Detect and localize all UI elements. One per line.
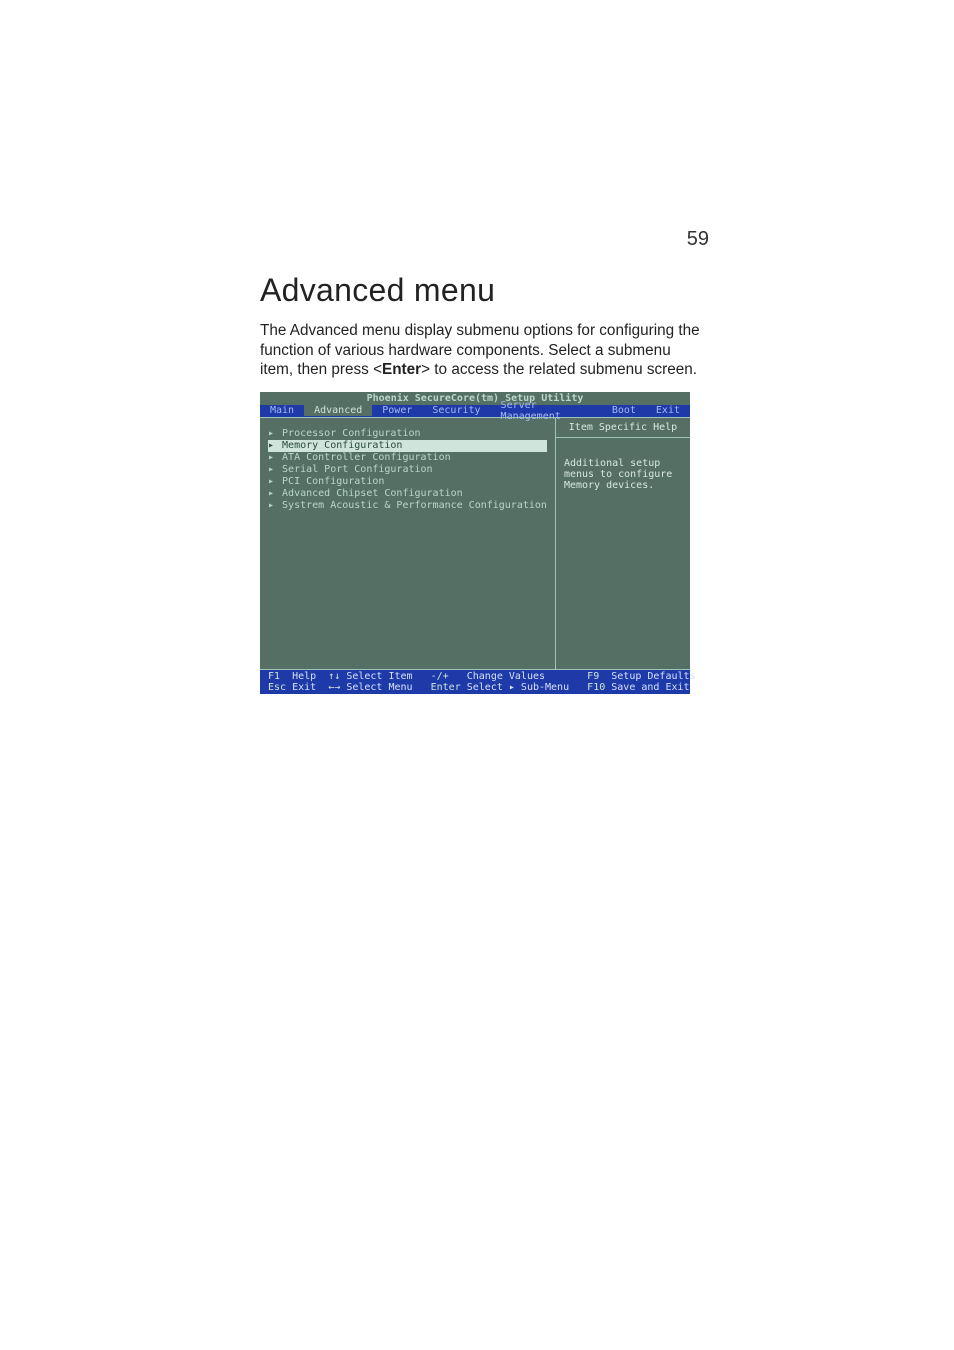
page-number: 59 <box>0 228 709 251</box>
key-action-setup-defaults: Setup Defaults <box>611 671 695 682</box>
bios-menu-bar: Main Advanced Power Security Server Mana… <box>260 405 690 417</box>
key-f10: F10 <box>587 682 605 693</box>
manual-page: 59 Advanced menu The Advanced menu displ… <box>0 0 954 1350</box>
submenu-label: Advanced Chipset Configuration <box>282 488 463 499</box>
key-left-right: ←→ <box>328 682 340 693</box>
submenu-memory-configuration[interactable]: ▸ Memory Configuration <box>268 440 547 452</box>
help-panel-header: Item Specific Help <box>556 418 690 438</box>
key-action-select-menu: Select Menu <box>346 682 412 693</box>
submenu-system-acoustic-performance[interactable]: ▸ Systrem Acoustic & Performance Configu… <box>268 500 547 512</box>
submenu-label: Processor Configuration <box>282 428 420 439</box>
document-body: Advanced menu The Advanced menu display … <box>260 272 702 694</box>
bios-submenu-list: ▸ Processor Configuration ▸ Memory Confi… <box>260 418 556 669</box>
key-action-select-submenu: Select ▸ Sub-Menu <box>467 682 569 693</box>
bios-title-bar: Phoenix SecureCore(tm) Setup Utility <box>260 392 690 405</box>
submenu-arrow-icon: ▸ <box>268 464 276 475</box>
key-action-select-item: Select Item <box>346 671 412 682</box>
paragraph-text-after: > to access the related submenu screen. <box>421 361 697 378</box>
submenu-label: PCI Configuration <box>282 476 384 487</box>
key-action-save-exit: Save and Exit <box>611 682 689 693</box>
submenu-serial-port-configuration[interactable]: ▸ Serial Port Configuration <box>268 464 547 476</box>
submenu-label: Memory Configuration <box>282 440 402 451</box>
submenu-arrow-icon: ▸ <box>268 428 276 439</box>
submenu-ata-controller-configuration[interactable]: ▸ ATA Controller Configuration <box>268 452 547 464</box>
tab-main[interactable]: Main <box>260 405 304 416</box>
help-text-line: menus to configure <box>564 469 684 480</box>
key-f1: F1 <box>268 671 280 682</box>
key-action-change-values: Change Values <box>467 671 545 682</box>
page-heading: Advanced menu <box>260 272 702 309</box>
submenu-arrow-icon: ▸ <box>268 500 276 511</box>
bios-help-panel: Item Specific Help Additional setup menu… <box>556 418 690 669</box>
help-text-line: Memory devices. <box>564 480 684 491</box>
help-panel-body: Additional setup menus to configure Memo… <box>556 438 690 491</box>
help-text-line: Additional setup <box>564 458 684 469</box>
tab-boot[interactable]: Boot <box>602 405 646 416</box>
bios-screenshot: Phoenix SecureCore(tm) Setup Utility Mai… <box>260 392 690 694</box>
submenu-pci-configuration[interactable]: ▸ PCI Configuration <box>268 476 547 488</box>
submenu-label: Serial Port Configuration <box>282 464 433 475</box>
submenu-arrow-icon: ▸ <box>268 440 276 451</box>
key-f9: F9 <box>587 671 599 682</box>
key-esc: Esc <box>268 682 286 693</box>
submenu-arrow-icon: ▸ <box>268 476 276 487</box>
bios-footer-keys: F1 Help ↑↓ Select Item -/+ Change Values… <box>260 670 690 694</box>
submenu-processor-configuration[interactable]: ▸ Processor Configuration <box>268 428 547 440</box>
intro-paragraph: The Advanced menu display submenu option… <box>260 321 702 380</box>
key-plus-minus: -/+ <box>431 671 449 682</box>
key-action-exit: Exit <box>292 682 316 693</box>
tab-power[interactable]: Power <box>372 405 422 416</box>
submenu-label: ATA Controller Configuration <box>282 452 451 463</box>
submenu-advanced-chipset-configuration[interactable]: ▸ Advanced Chipset Configuration <box>268 488 547 500</box>
footer-row-2: Esc Exit ←→ Select Menu Enter Select ▸ S… <box>268 682 690 693</box>
tab-security[interactable]: Security <box>422 405 490 416</box>
submenu-arrow-icon: ▸ <box>268 488 276 499</box>
submenu-arrow-icon: ▸ <box>268 452 276 463</box>
submenu-label: Systrem Acoustic & Performance Configura… <box>282 500 547 511</box>
key-action-help: Help <box>292 671 316 682</box>
enter-key-bold: Enter <box>382 361 421 378</box>
tab-advanced[interactable]: Advanced <box>304 405 372 416</box>
key-up-down: ↑↓ <box>328 671 340 682</box>
bios-body: ▸ Processor Configuration ▸ Memory Confi… <box>260 417 690 670</box>
tab-exit[interactable]: Exit <box>646 405 690 416</box>
key-enter: Enter <box>431 682 461 693</box>
footer-row-1: F1 Help ↑↓ Select Item -/+ Change Values… <box>268 671 690 682</box>
